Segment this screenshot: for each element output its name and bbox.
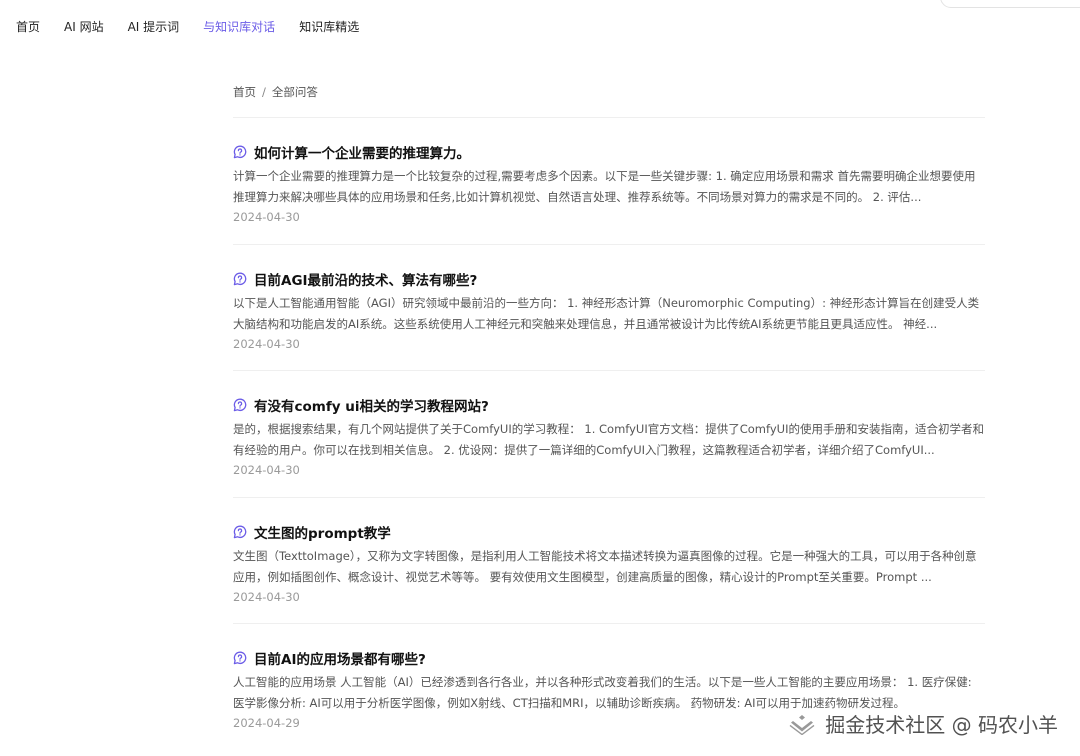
qa-title[interactable]: 文生图的prompt教学 xyxy=(233,522,391,542)
qa-title-text: 目前AGI最前沿的技术、算法有哪些? xyxy=(254,272,478,289)
qa-title[interactable]: 如何计算一个企业需要的推理算力。 xyxy=(233,142,470,162)
nav-ai-prompts[interactable]: AI 提示词 xyxy=(128,18,180,35)
qa-description: 是的，根据搜索结果，有几个网站提供了关于ComfyUI的学习教程： 1. Com… xyxy=(233,422,984,457)
qa-list: 如何计算一个企业需要的推理算力。 计算一个企业需要的推理算力是一个比较复杂的过程… xyxy=(233,117,985,750)
breadcrumb-home[interactable]: 首页 xyxy=(233,85,256,99)
nav-knowledge-base-featured[interactable]: 知识库精选 xyxy=(299,18,359,35)
qa-date: 2024-04-30 xyxy=(233,463,300,477)
watermark: 掘金技术社区 @ 码农小羊 xyxy=(789,709,1058,738)
qa-date: 2024-04-30 xyxy=(233,336,300,351)
qa-description: 人工智能的应用场景 人工智能（AI）已经渗透到各行各业，并以各种形式改变着我们的… xyxy=(233,675,972,710)
qa-description: 文生图（TexttoImage），又称为文字转图像，是指利用人工智能技术将文本描… xyxy=(233,548,977,584)
juejin-logo-icon xyxy=(789,714,815,735)
breadcrumb: 首页 / 全部问答 xyxy=(233,84,318,100)
nav-home[interactable]: 首页 xyxy=(16,18,40,35)
qa-date: 2024-04-30 xyxy=(233,589,300,604)
qa-item[interactable]: 文生图的prompt教学 文生图（TexttoImage），又称为文字转图像，是… xyxy=(233,496,985,624)
qa-item[interactable]: 目前AGI最前沿的技术、算法有哪些? 以下是人工智能通用智能（AGI）研究领域中… xyxy=(233,243,985,371)
top-navigation: 首页 AI 网站 AI 提示词 与知识库对话 知识库精选 xyxy=(0,0,1080,52)
qa-date: 2024-04-30 xyxy=(233,210,300,224)
breadcrumb-current: 全部问答 xyxy=(271,85,318,99)
search-box[interactable] xyxy=(940,0,1080,8)
qa-title[interactable]: 目前AI的应用场景都有哪些? xyxy=(233,648,426,668)
qa-item[interactable]: 如何计算一个企业需要的推理算力。 计算一个企业需要的推理算力是一个比较复杂的过程… xyxy=(233,117,985,244)
qa-title-text: 目前AI的应用场景都有哪些? xyxy=(254,652,426,668)
nav-ai-websites[interactable]: AI 网站 xyxy=(64,18,104,35)
qa-item[interactable]: 有没有comfy ui相关的学习教程网站? 是的，根据搜索结果，有几个网站提供了… xyxy=(233,370,985,497)
qa-title-text: 文生图的prompt教学 xyxy=(254,525,391,542)
qa-description: 计算一个企业需要的推理算力是一个比较复杂的过程,需要考虑多个因素。以下是一些关键… xyxy=(233,169,976,204)
qa-description: 以下是人工智能通用智能（AGI）研究领域中最前沿的一些方向： 1. 神经形态计算… xyxy=(233,295,980,331)
qa-title[interactable]: 有没有comfy ui相关的学习教程网站? xyxy=(233,395,489,415)
breadcrumb-separator: / xyxy=(262,85,266,99)
nav-chat-with-knowledge-base[interactable]: 与知识库对话 xyxy=(203,18,275,35)
question-bubble-icon xyxy=(233,145,247,159)
question-bubble-icon xyxy=(233,272,247,285)
watermark-text: 掘金技术社区 @ 码农小羊 xyxy=(825,713,1058,737)
question-bubble-icon xyxy=(233,651,247,665)
qa-date: 2024-04-29 xyxy=(233,716,300,730)
question-bubble-icon xyxy=(233,525,247,538)
qa-title-text: 有没有comfy ui相关的学习教程网站? xyxy=(254,399,489,415)
qa-title[interactable]: 目前AGI最前沿的技术、算法有哪些? xyxy=(233,269,477,289)
qa-title-text: 如何计算一个企业需要的推理算力。 xyxy=(254,146,470,162)
question-bubble-icon xyxy=(233,398,247,412)
